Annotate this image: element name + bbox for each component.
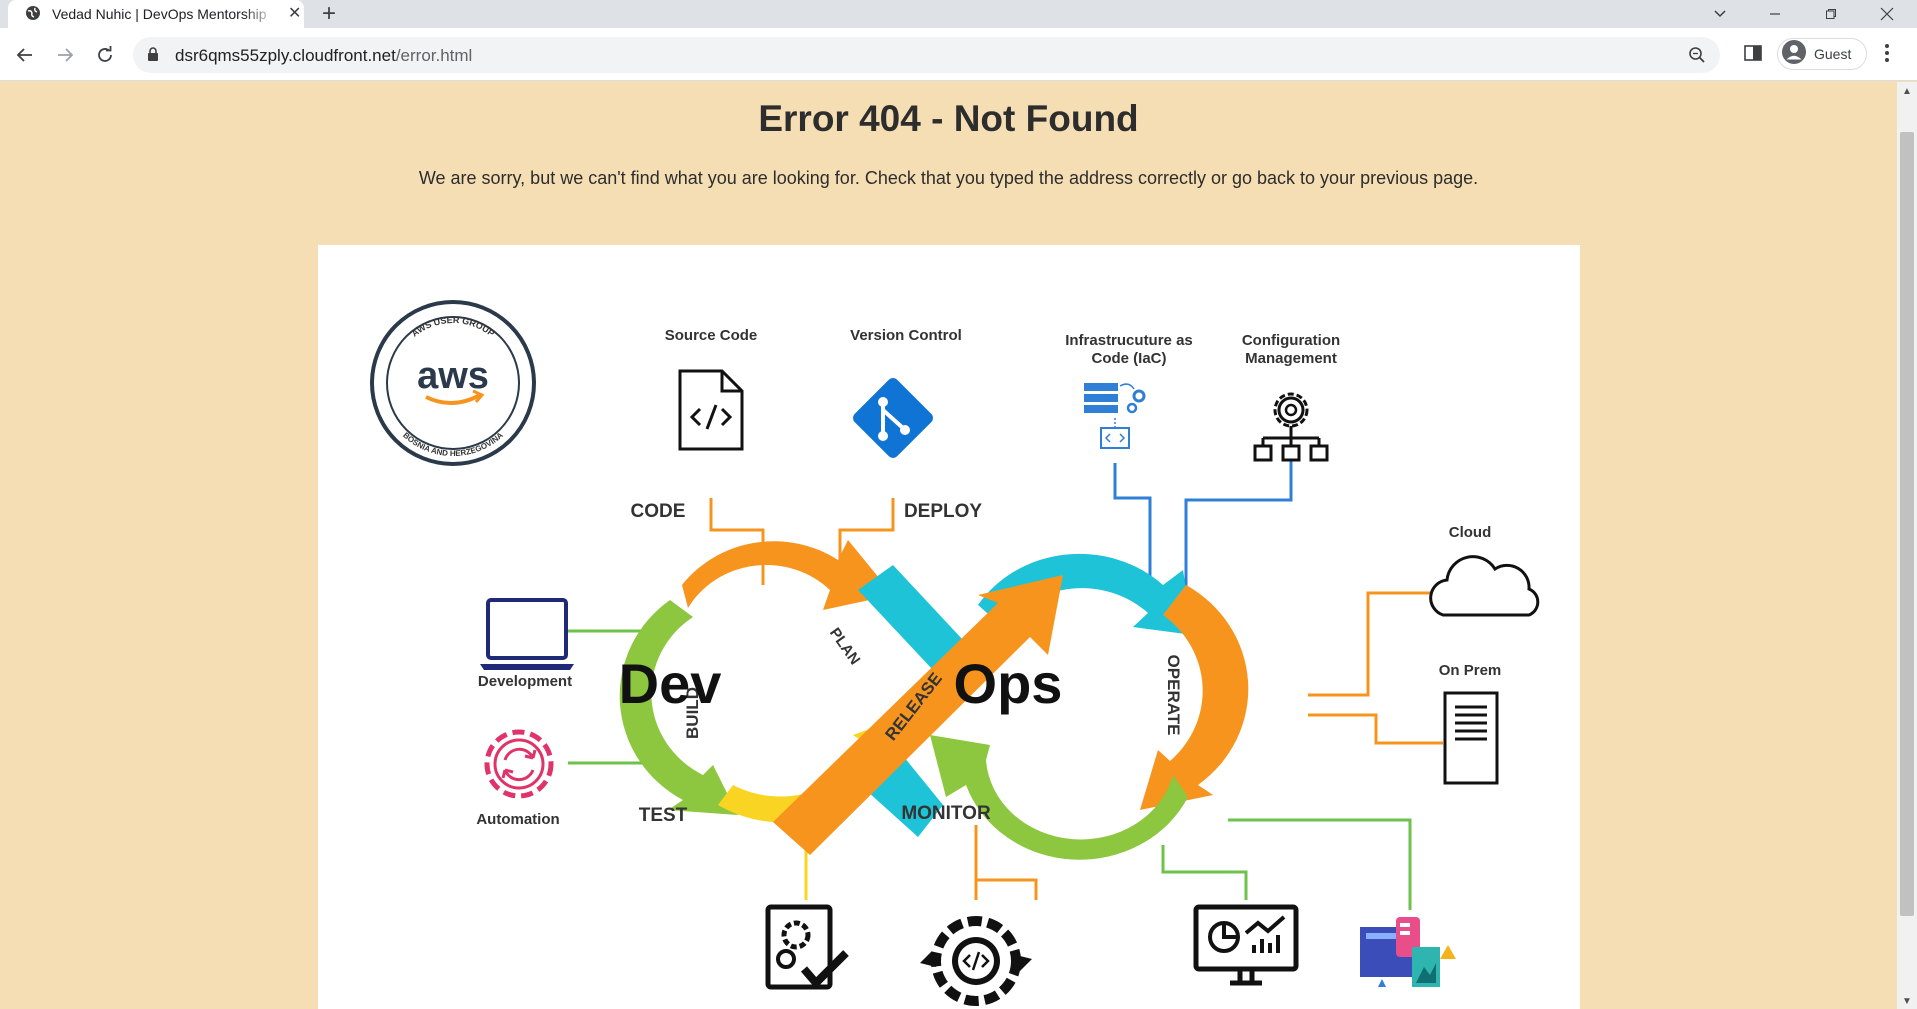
loop-code-label: CODE (631, 501, 686, 522)
back-button[interactable] (12, 42, 38, 68)
loop-monitor-label: MONITOR (901, 803, 991, 824)
label-automation: Automation (476, 811, 559, 828)
tab-title: Vedad Nuhic | DevOps Mentorship (52, 6, 267, 22)
close-window-button[interactable] (1859, 0, 1915, 28)
loop-plan-label: PLAN (826, 625, 863, 668)
page-scrollbar[interactable]: ▲ ▼ (1897, 82, 1917, 1009)
label-version-control: Version Control (850, 327, 962, 344)
devops-diagram: AWS USER GROUP BOSNIA AND HERZEGOVINA aw… (318, 245, 1580, 1009)
url-text[interactable]: dsr6qms55zply.cloudfront.net/error.html (175, 46, 472, 66)
configuration-icon (1253, 392, 1329, 462)
scroll-thumb[interactable] (1900, 132, 1914, 916)
laptop-icon (480, 598, 574, 670)
git-icon (853, 378, 933, 458)
label-source-code: Source Code (665, 327, 758, 344)
code-segment (682, 540, 893, 610)
profile-label: Guest (1814, 46, 1852, 62)
label-development: Development (478, 673, 572, 690)
lock-icon[interactable] (147, 47, 159, 67)
avatar-icon (1782, 39, 1806, 69)
globe-icon (25, 5, 41, 26)
profile-button[interactable]: Guest (1777, 38, 1867, 70)
loop-operate-label: OPERATE (1164, 655, 1183, 736)
logo-aws-text: aws (417, 355, 489, 397)
url-path: /error.html (395, 46, 473, 65)
minimize-button[interactable] (1747, 0, 1803, 28)
cloud-icon (1429, 555, 1540, 617)
source-code-file-icon (678, 369, 744, 451)
aws-user-group-logo: AWS USER GROUP BOSNIA AND HERZEGOVINA aw… (370, 300, 536, 466)
monitoring-dashboard-icon (1193, 904, 1299, 986)
label-cloud: Cloud (1449, 524, 1492, 541)
settings-check-icon (765, 904, 849, 990)
error-message: We are sorry, but we can't find what you… (418, 168, 1479, 188)
label-on-prem: On Prem (1439, 662, 1502, 679)
scroll-up-arrow-icon[interactable]: ▲ (1902, 86, 1912, 97)
devops-diagram-svg: AWS USER GROUP BOSNIA AND HERZEGOVINA aw… (370, 300, 1540, 1006)
address-bar[interactable]: dsr6qms55zply.cloudfront.net/error.html (133, 37, 1720, 73)
more-menu-icon[interactable] (1884, 43, 1890, 68)
loop-deploy-label: DEPLOY (904, 501, 982, 522)
devops-infinity-loop: CODE BUILD TEST PLAN RELEASE DEPLOY OPER… (619, 501, 1249, 860)
forward-button[interactable] (52, 42, 78, 68)
automation-gear-icon (484, 729, 554, 799)
page-content: Error 404 - Not Found We are sorry, but … (0, 82, 1897, 1009)
label-config-line2: Management (1245, 350, 1337, 367)
browser-tab[interactable]: Vedad Nuhic | DevOps Mentorship ✕ (8, 0, 304, 28)
restore-button[interactable] (1803, 0, 1859, 28)
loop-dev-text: Dev (619, 652, 722, 715)
url-host: dsr6qms55zply.cloudfront.net (175, 46, 396, 65)
browser-toolbar: dsr6qms55zply.cloudfront.net/error.html … (0, 28, 1917, 81)
browser-tab-bar: Vedad Nuhic | DevOps Mentorship ✕ + (0, 0, 1917, 28)
label-iac-line2: Code (IaC) (1092, 350, 1167, 367)
loop-ops-text: Ops (954, 652, 1063, 715)
server-icon (1443, 691, 1499, 785)
code-gear-icon (920, 916, 1032, 1006)
new-tab-button[interactable]: + (322, 1, 336, 27)
label-iac-line1: Infrastrucuture as (1065, 332, 1193, 349)
side-panel-icon[interactable] (1743, 43, 1763, 68)
page-title: Error 404 - Not Found (758, 98, 1139, 139)
zoom-icon[interactable] (1688, 46, 1706, 69)
iac-icon (1084, 383, 1146, 449)
tab-close-icon[interactable]: ✕ (288, 6, 301, 22)
label-config-line1: Configuration (1242, 332, 1340, 349)
scroll-down-arrow-icon[interactable]: ▼ (1902, 996, 1912, 1007)
tab-search-chevron-icon[interactable] (1692, 0, 1748, 28)
loop-test-label: TEST (639, 805, 688, 826)
reload-button[interactable] (92, 42, 118, 68)
analytics-dashboard-icon (1360, 917, 1456, 987)
